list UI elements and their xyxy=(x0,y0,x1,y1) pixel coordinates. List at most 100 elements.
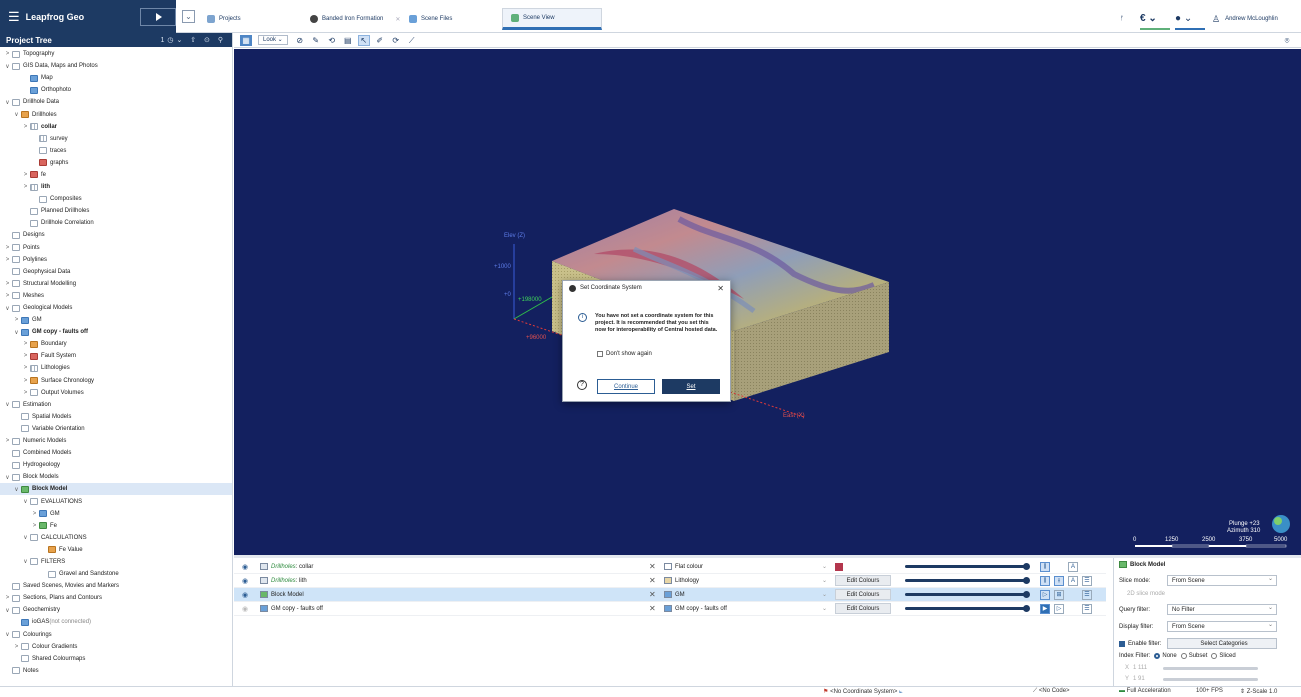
tree-item[interactable]: Orthophoto xyxy=(0,84,232,96)
chevron-right-icon[interactable]: > xyxy=(31,523,38,529)
tree-item[interactable]: Hydrogeology xyxy=(0,459,232,471)
chevron-right-icon[interactable]: > xyxy=(4,293,11,299)
tree-item[interactable]: ∨ Geological Models xyxy=(0,302,232,314)
tree-item[interactable]: ∨ Colourings xyxy=(0,629,232,641)
chevron-down-icon[interactable]: ⌄ xyxy=(822,605,827,612)
y-index-slider[interactable] xyxy=(1163,677,1258,681)
chevron-down-icon[interactable]: ∨ xyxy=(13,486,20,493)
edit-colours-button[interactable]: Edit Colours xyxy=(835,589,891,600)
scene-viewport[interactable]: Elev (Z) +1000 +0 +198000 +96000 East (X… xyxy=(234,49,1301,555)
legend-icon[interactable]: ☰ xyxy=(1082,603,1092,614)
chevron-down-icon[interactable]: ∨ xyxy=(4,63,11,70)
tree-item[interactable]: Notes xyxy=(0,665,232,677)
tree-item[interactable]: Map xyxy=(0,72,232,84)
select-pointer-icon[interactable]: ↖ xyxy=(357,34,370,46)
visibility-eye-icon[interactable]: ◉ xyxy=(242,591,248,599)
remove-icon[interactable]: ✕ xyxy=(649,604,656,613)
index-none-radio[interactable] xyxy=(1154,653,1161,659)
tree-item[interactable]: > Surface Chronology xyxy=(0,375,232,387)
chevron-right-icon[interactable]: > xyxy=(22,353,29,359)
query-filter-select[interactable]: No Filter xyxy=(1167,603,1277,615)
chevron-down-icon[interactable]: ∨ xyxy=(13,111,20,118)
help-icon[interactable]: ? xyxy=(577,380,587,390)
tree-item[interactable]: ∨ Geochemistry xyxy=(0,604,232,616)
tree-item[interactable]: Combined Models xyxy=(0,447,232,459)
tree-item[interactable]: Shared Colourmaps xyxy=(0,653,232,665)
tab-projects[interactable]: Projects xyxy=(207,8,241,30)
tree-item[interactable]: ∨ Drillholes xyxy=(0,108,232,120)
tab-scene-files[interactable]: Scene Files xyxy=(409,8,452,30)
tree-item[interactable]: > Fe xyxy=(0,520,232,532)
zscale-status[interactable]: ⇕ Z-Scale 1.0 xyxy=(1240,688,1277,695)
chevron-right-icon[interactable]: > xyxy=(31,511,38,517)
remove-icon[interactable]: ✕ xyxy=(649,562,656,571)
screenshot-icon[interactable]: ⌾ xyxy=(1281,35,1293,46)
chevron-down-icon[interactable]: ∨ xyxy=(22,534,29,541)
chevron-right-icon[interactable]: > xyxy=(13,644,20,650)
move-icon[interactable]: ⟳ xyxy=(390,35,402,46)
chevron-down-icon[interactable]: ∨ xyxy=(4,607,11,614)
tab-banded-iron-formation[interactable]: Banded Iron Formation ✕ xyxy=(310,8,400,30)
chevron-down-icon[interactable]: ∨ xyxy=(22,558,29,565)
chevron-right-icon[interactable]: > xyxy=(22,341,29,347)
chevron-down-icon[interactable]: ⌄ xyxy=(822,563,827,570)
slice-mode-select[interactable]: From Scene xyxy=(1167,574,1277,586)
chevron-down-icon[interactable]: ∨ xyxy=(13,329,20,336)
tube-icon[interactable]: ⫲ xyxy=(1054,575,1064,586)
tree-item[interactable]: > GM xyxy=(0,508,232,520)
colouring-select[interactable]: Flat colour xyxy=(664,563,703,570)
tree-item[interactable]: graphs xyxy=(0,157,232,169)
tree-item[interactable]: Fe Value xyxy=(0,544,232,556)
tree-item[interactable]: > Points xyxy=(0,242,232,254)
look-dropdown[interactable]: Look ⌄ xyxy=(258,35,288,45)
central-connection-icon[interactable]: € ⌄ xyxy=(1140,8,1170,30)
tree-item[interactable]: ∨ GIS Data, Maps and Photos xyxy=(0,60,232,72)
visibility-eye-icon[interactable]: ◉ xyxy=(242,605,248,613)
close-icon[interactable]: ✕ xyxy=(717,284,724,293)
tree-item[interactable]: > Polylines xyxy=(0,254,232,266)
visibility-eye-icon[interactable]: ◉ xyxy=(242,563,248,571)
display-filter-select[interactable]: From Scene xyxy=(1167,620,1277,632)
tree-item[interactable]: > GM xyxy=(0,314,232,326)
tree-item[interactable]: Variable Orientation xyxy=(0,423,232,435)
user-menu[interactable]: ♙ Andrew McLoughlin xyxy=(1212,8,1278,30)
index-subset-radio[interactable] xyxy=(1180,653,1187,659)
tree-item[interactable]: Gravel and Sandstone xyxy=(0,568,232,580)
tree-item[interactable]: Planned Drillholes xyxy=(0,205,232,217)
tree-item[interactable]: ∨ FILTERS xyxy=(0,556,232,568)
tree-item[interactable]: ioGAS (not connected) xyxy=(0,616,232,628)
edit-colours-button[interactable]: Edit Colours xyxy=(835,603,891,614)
tab-list-dropdown[interactable]: ⌄ xyxy=(182,10,195,23)
chevron-down-icon[interactable]: ∨ xyxy=(4,305,11,312)
chevron-down-icon[interactable]: ∨ xyxy=(4,99,11,106)
orientation-globe-icon[interactable] xyxy=(1272,515,1290,533)
shape-row-gm-copy[interactable]: ◉ GM copy - faults off ✕ GM copy - fault… xyxy=(234,602,1106,616)
tree-item[interactable]: > Sections, Plans and Contours xyxy=(0,592,232,604)
chevron-right-icon[interactable]: > xyxy=(4,595,11,601)
shape-row-block-model[interactable]: ◉ Block Model ✕ GM ⌄ Edit Colours ▷ ⊞ ☰ xyxy=(234,588,1106,602)
tree-item[interactable]: > Output Volumes xyxy=(0,387,232,399)
transparency-slider[interactable] xyxy=(905,563,1030,570)
draw-icon[interactable]: ✎ xyxy=(310,35,322,46)
tree-item[interactable]: traces xyxy=(0,145,232,157)
slice-toggle-icon[interactable]: ▶ xyxy=(1040,603,1050,614)
tree-item[interactable]: > Structural Modelling xyxy=(0,278,232,290)
tree-item[interactable]: ∨ Estimation xyxy=(0,399,232,411)
rotate-icon[interactable]: ⟲ xyxy=(326,35,338,46)
tree-item[interactable]: ∨ Block Models xyxy=(0,471,232,483)
dont-show-again-checkbox[interactable]: Don't show again xyxy=(597,351,652,357)
tree-item[interactable]: ∨ Block Model xyxy=(0,483,232,496)
tree-item[interactable]: > Numeric Models xyxy=(0,435,232,447)
chevron-down-icon[interactable]: ∨ xyxy=(4,401,11,408)
visibility-eye-icon[interactable]: ◉ xyxy=(242,577,248,585)
tree-tools[interactable]: 1◷⌄ ⇧ ⊙ ⚲ xyxy=(160,36,226,44)
index-sliced-radio[interactable] xyxy=(1211,653,1218,659)
tree-item[interactable]: > Colour Gradients xyxy=(0,641,232,653)
chevron-right-icon[interactable]: > xyxy=(4,51,11,57)
edit-colours-button[interactable]: Edit Colours xyxy=(835,575,891,586)
box-select-icon[interactable]: ▤ xyxy=(342,35,354,46)
chevron-right-icon[interactable]: > xyxy=(22,124,29,130)
x-index-slider[interactable] xyxy=(1163,666,1258,670)
tree-item[interactable]: Saved Scenes, Movies and Markers xyxy=(0,580,232,592)
tree-item[interactable]: > Boundary xyxy=(0,338,232,350)
